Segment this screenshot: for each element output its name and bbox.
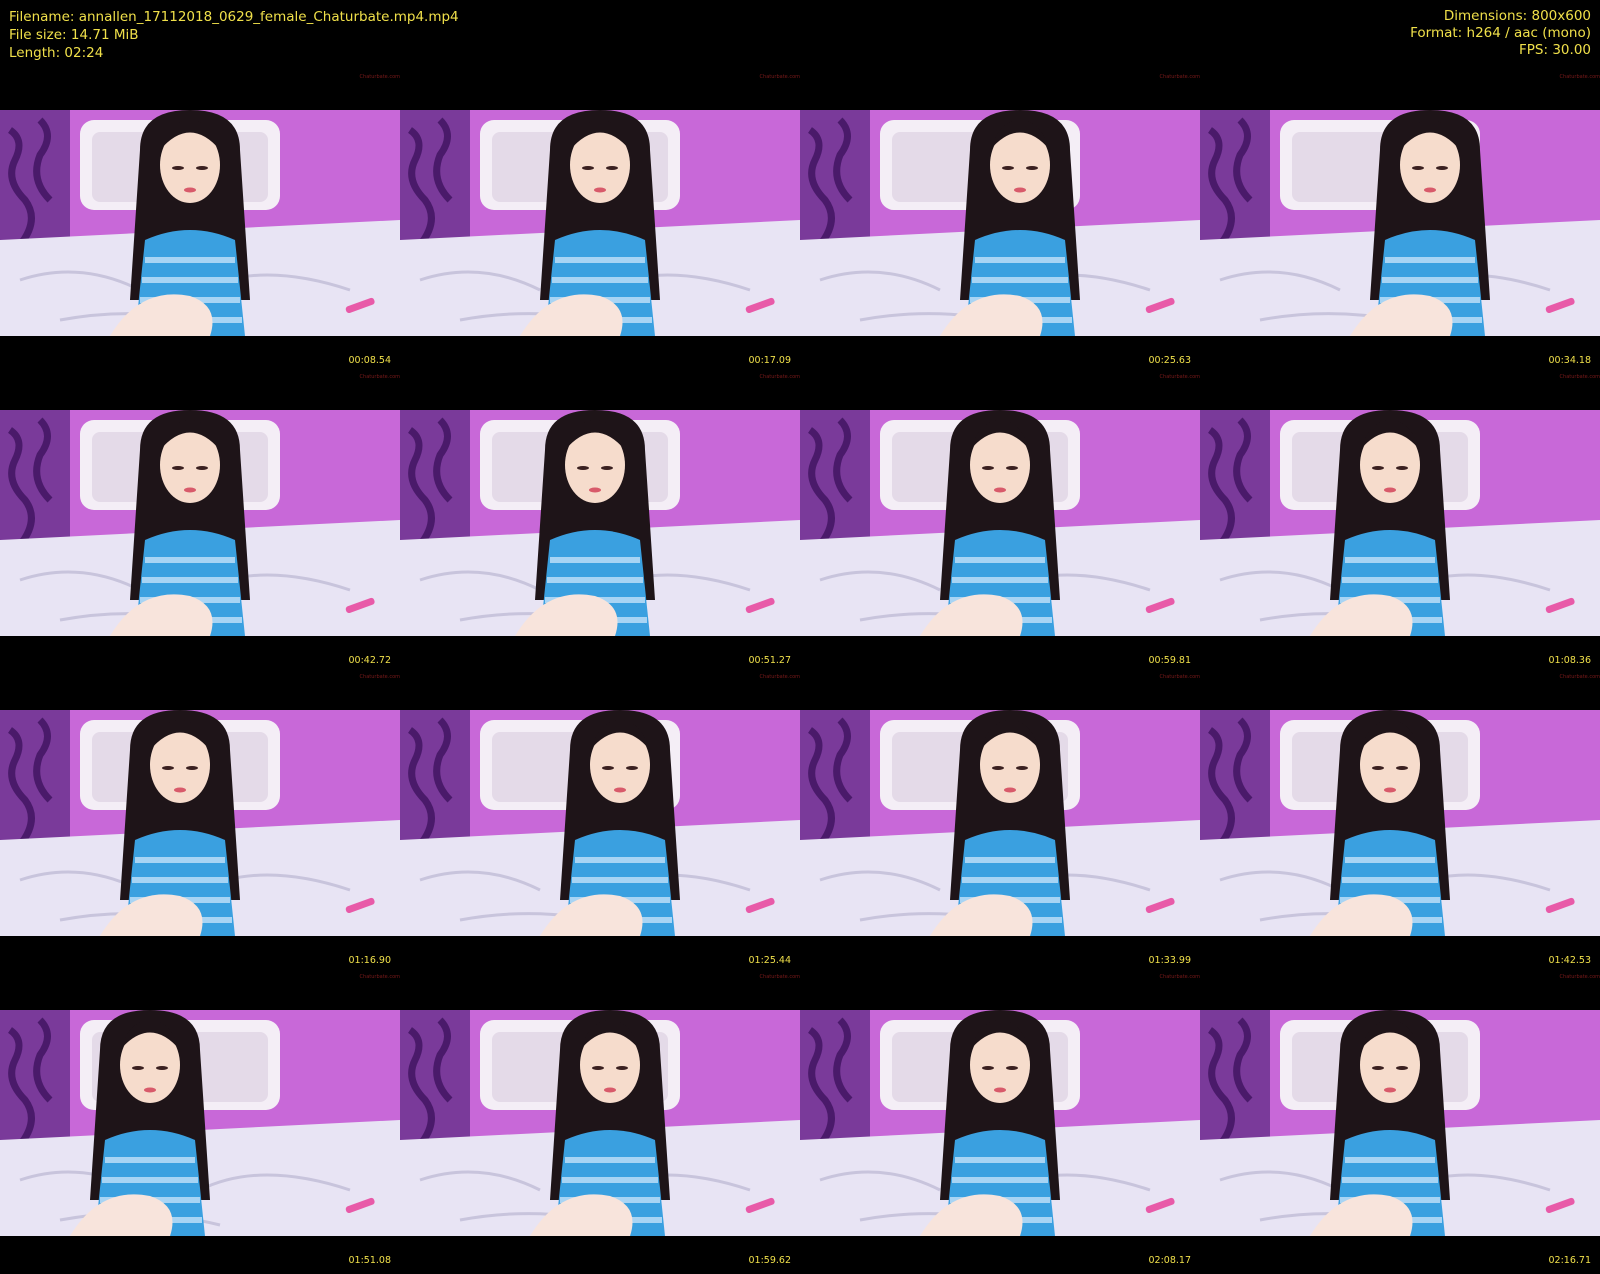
timestamp-label: 02:16.71 xyxy=(1548,1255,1592,1266)
video-frame xyxy=(0,410,400,636)
timestamp-label: 00:17.09 xyxy=(748,355,792,366)
watermark-text: Chaturbate.com xyxy=(359,974,400,980)
timestamp-label: 02:08.17 xyxy=(1148,1255,1192,1266)
thumbnail-cell: Chaturbate.com 01:08.36 xyxy=(1200,374,1600,674)
timestamp-label: 01:51.08 xyxy=(348,1255,392,1266)
thumbnail-cell: Chaturbate.com 01:25.44 xyxy=(400,674,800,974)
thumbnail-cell: Chaturbate.com 00:17.09 xyxy=(400,74,800,374)
watermark-text: Chaturbate.com xyxy=(1559,974,1600,980)
watermark-text: Chaturbate.com xyxy=(759,74,800,80)
thumbnail-cell: Chaturbate.com 00:51.27 xyxy=(400,374,800,674)
video-frame xyxy=(800,110,1200,336)
watermark-text: Chaturbate.com xyxy=(359,74,400,80)
timestamp-label: 00:25.63 xyxy=(1148,355,1192,366)
video-frame xyxy=(1200,1010,1600,1236)
video-frame xyxy=(1200,110,1600,336)
thumbnail-grid: Chaturbate.com 00:08.54 Chaturbate.com 00:1… xyxy=(0,0,1600,1274)
video-frame xyxy=(0,1010,400,1236)
timestamp-label: 00:42.72 xyxy=(348,655,392,666)
watermark-text: Chaturbate.com xyxy=(759,374,800,380)
timestamp-label: 01:59.62 xyxy=(748,1255,792,1266)
thumbnail-cell: Chaturbate.com 01:51.08 xyxy=(0,974,400,1274)
timestamp-label: 01:16.90 xyxy=(348,955,392,966)
thumbnail-cell: Chaturbate.com 00:59.81 xyxy=(800,374,1200,674)
thumbnail-cell: Chaturbate.com 01:42.53 xyxy=(1200,674,1600,974)
thumbnail-cell: Chaturbate.com 02:08.17 xyxy=(800,974,1200,1274)
timestamp-label: 00:34.18 xyxy=(1548,355,1592,366)
thumbnail-cell: Chaturbate.com 02:16.71 xyxy=(1200,974,1600,1274)
thumbnail-cell: Chaturbate.com 00:42.72 xyxy=(0,374,400,674)
video-frame xyxy=(0,110,400,336)
watermark-text: Chaturbate.com xyxy=(1559,374,1600,380)
video-frame xyxy=(800,1010,1200,1236)
video-frame xyxy=(1200,710,1600,936)
watermark-text: Chaturbate.com xyxy=(1159,974,1200,980)
timestamp-label: 01:25.44 xyxy=(748,955,792,966)
video-frame xyxy=(400,710,800,936)
watermark-text: Chaturbate.com xyxy=(1559,674,1600,680)
video-frame xyxy=(0,710,400,936)
thumbnail-cell: Chaturbate.com 01:59.62 xyxy=(400,974,800,1274)
timestamp-label: 00:08.54 xyxy=(348,355,392,366)
watermark-text: Chaturbate.com xyxy=(1159,374,1200,380)
video-frame xyxy=(800,410,1200,636)
video-frame xyxy=(400,1010,800,1236)
timestamp-label: 01:08.36 xyxy=(1548,655,1592,666)
watermark-text: Chaturbate.com xyxy=(1159,674,1200,680)
timestamp-label: 01:42.53 xyxy=(1548,955,1592,966)
watermark-text: Chaturbate.com xyxy=(359,374,400,380)
watermark-text: Chaturbate.com xyxy=(359,674,400,680)
timestamp-label: 01:33.99 xyxy=(1148,955,1192,966)
video-frame xyxy=(1200,410,1600,636)
watermark-text: Chaturbate.com xyxy=(759,674,800,680)
thumbnail-cell: Chaturbate.com 01:16.90 xyxy=(0,674,400,974)
thumbnail-cell: Chaturbate.com 00:34.18 xyxy=(1200,74,1600,374)
watermark-text: Chaturbate.com xyxy=(1159,74,1200,80)
video-frame xyxy=(400,110,800,336)
thumbnail-cell: Chaturbate.com 01:33.99 xyxy=(800,674,1200,974)
video-frame xyxy=(800,710,1200,936)
thumbnail-cell: Chaturbate.com 00:25.63 xyxy=(800,74,1200,374)
watermark-text: Chaturbate.com xyxy=(1559,74,1600,80)
timestamp-label: 00:51.27 xyxy=(748,655,792,666)
thumbnail-cell: Chaturbate.com 00:08.54 xyxy=(0,74,400,374)
timestamp-label: 00:59.81 xyxy=(1148,655,1192,666)
watermark-text: Chaturbate.com xyxy=(759,974,800,980)
video-frame xyxy=(400,410,800,636)
